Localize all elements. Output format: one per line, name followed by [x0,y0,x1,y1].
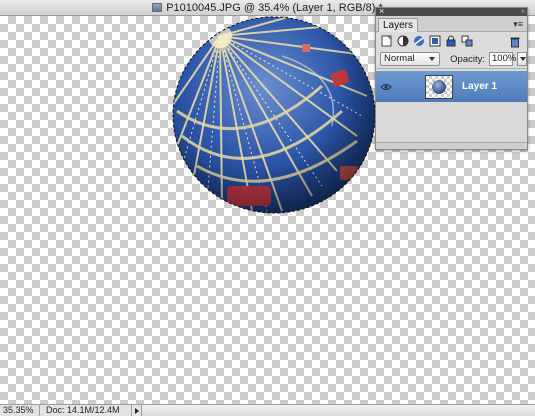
visibility-eye-icon[interactable] [379,83,393,91]
document-size: Doc: 14.1M/12.4M [40,405,132,416]
opacity-input[interactable]: 100% [489,52,516,66]
link-layers-icon[interactable] [460,35,473,48]
status-bar: 35.35% Doc: 14.1M/12.4M [0,404,535,416]
layers-panel: × » Layers ▾≡ Normal Opacity: 100% Layer… [375,7,528,150]
status-menu-arrow-icon[interactable] [132,405,142,416]
panel-menu-icon[interactable]: ▾≡ [513,19,523,30]
lock-all-icon[interactable] [444,35,457,48]
zoom-level[interactable]: 35.35% [0,405,40,416]
blend-mode-select[interactable]: Normal [380,52,441,66]
panel-header-bar[interactable]: × » [376,7,527,16]
collapse-icon[interactable]: » [521,8,525,16]
panel-footer [376,142,527,149]
layer-name[interactable]: Layer 1 [462,81,497,92]
layer-list: Layer 1 [376,68,527,140]
thumbnail-sphere [432,79,446,94]
spherized-image [172,16,376,214]
layer-link-slot[interactable] [395,81,407,93]
trash-icon[interactable] [508,35,521,48]
document-title: P1010045.JPG @ 35.4% (Layer 1, RGB/8) * [166,1,383,14]
adjustment-layer-icon[interactable] [396,35,409,48]
new-layer-icon[interactable] [380,35,393,48]
layers-toolbar [376,32,527,50]
mask-icon[interactable] [412,35,425,48]
panel-tab-row: Layers ▾≡ [376,16,527,32]
document-icon [152,3,163,12]
opacity-dropdown-button[interactable] [517,52,527,66]
layer-row[interactable]: Layer 1 [376,71,527,102]
layer-thumbnail [425,74,453,99]
horizontal-scrollbar[interactable] [142,405,535,416]
opacity-label: Opacity: [450,53,485,65]
lock-transparency-icon[interactable] [428,35,441,48]
close-icon[interactable]: × [379,7,384,16]
tab-layers[interactable]: Layers [378,18,419,32]
layer-controls: Normal Opacity: 100% [376,50,527,68]
